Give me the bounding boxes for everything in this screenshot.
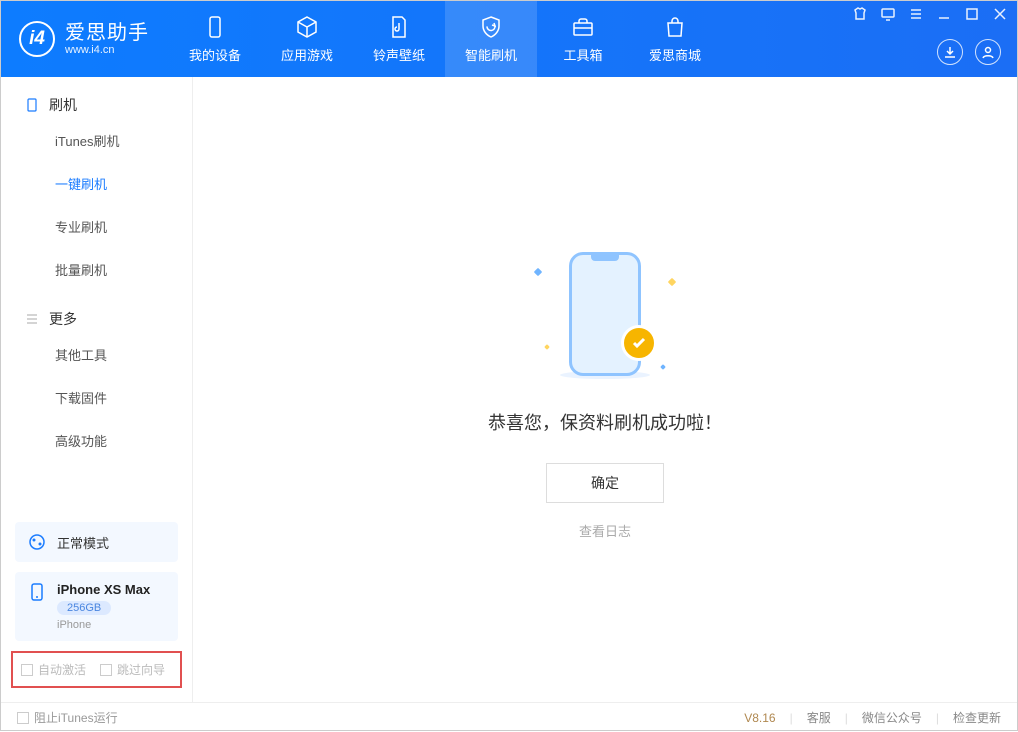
nav-label: 工具箱 <box>563 45 602 64</box>
sidebar-bottom: 正常模式 iPhone XS Max 256GB iPhone 自动激活 跳过向… <box>1 512 192 702</box>
sidebar-header-flash: 刷机 <box>1 95 192 119</box>
sidebar-item-other-tools[interactable]: 其他工具 <box>1 333 192 376</box>
checkbox-icon <box>21 664 33 676</box>
sidebar-section-flash: 刷机 iTunes刷机 一键刷机 专业刷机 批量刷机 <box>1 77 192 291</box>
checkbox-skip-guide[interactable]: 跳过向导 <box>100 661 165 678</box>
sidebar-section-more: 更多 其他工具 下载固件 高级功能 <box>1 291 192 462</box>
window-controls <box>853 7 1007 21</box>
close-icon[interactable] <box>993 7 1007 21</box>
mode-icon <box>27 532 47 552</box>
nav-label: 智能刷机 <box>465 45 517 64</box>
sparkle-icon <box>544 344 550 350</box>
user-button[interactable] <box>975 39 1001 65</box>
nav-tab-ringtones[interactable]: 铃声壁纸 <box>353 1 445 77</box>
checkbox-auto-activate[interactable]: 自动激活 <box>21 661 86 678</box>
main-content: 恭喜您，保资料刷机成功啦！ 确定 查看日志 <box>193 77 1017 702</box>
logo-icon: i4 <box>19 21 55 57</box>
music-file-icon <box>387 15 411 39</box>
device-phone-icon <box>27 582 47 602</box>
nav-tabs: 我的设备 应用游戏 铃声壁纸 智能刷机 工具箱 爱思商城 <box>169 1 721 77</box>
toolbox-icon <box>571 15 595 39</box>
menu-icon[interactable] <box>909 7 923 21</box>
cube-icon <box>295 15 319 39</box>
device-card[interactable]: iPhone XS Max 256GB iPhone <box>15 572 178 641</box>
nav-tab-store[interactable]: 爱思商城 <box>629 1 721 77</box>
footer-link-wechat[interactable]: 微信公众号 <box>862 709 922 726</box>
app-domain: www.i4.cn <box>65 44 149 56</box>
checkbox-label: 阻止iTunes运行 <box>34 709 118 726</box>
sidebar-item-pro-flash[interactable]: 专业刷机 <box>1 205 192 248</box>
mode-label: 正常模式 <box>57 533 109 552</box>
sidebar-item-itunes-flash[interactable]: iTunes刷机 <box>1 119 192 162</box>
version-label: V8.16 <box>744 711 775 725</box>
sidebar-item-oneclick-flash[interactable]: 一键刷机 <box>1 162 192 205</box>
sidebar-item-batch-flash[interactable]: 批量刷机 <box>1 248 192 291</box>
nav-label: 爱思商城 <box>649 45 701 64</box>
checkbox-icon <box>17 712 29 724</box>
sparkle-icon <box>668 278 676 286</box>
checkbox-block-itunes[interactable]: 阻止iTunes运行 <box>17 709 118 726</box>
device-storage: 256GB <box>57 601 111 615</box>
skin-icon[interactable] <box>853 7 867 21</box>
sidebar-item-advanced[interactable]: 高级功能 <box>1 419 192 462</box>
logo: i4 爱思助手 www.i4.cn <box>1 1 169 77</box>
checkbox-label: 自动激活 <box>38 661 86 678</box>
checkbox-label: 跳过向导 <box>117 661 165 678</box>
sidebar-item-download-firmware[interactable]: 下载固件 <box>1 376 192 419</box>
nav-tab-device[interactable]: 我的设备 <box>169 1 261 77</box>
nav-label: 应用游戏 <box>281 45 333 64</box>
download-button[interactable] <box>937 39 963 65</box>
success-message: 恭喜您，保资料刷机成功啦！ <box>488 409 722 435</box>
bag-icon <box>663 15 687 39</box>
header-actions <box>937 39 1001 65</box>
nav-tab-apps[interactable]: 应用游戏 <box>261 1 353 77</box>
section-title: 刷机 <box>49 95 77 115</box>
device-name: iPhone XS Max <box>57 582 150 597</box>
list-icon <box>25 312 39 326</box>
checkbox-highlight-row: 自动激活 跳过向导 <box>11 651 182 688</box>
view-log-link[interactable]: 查看日志 <box>579 521 631 540</box>
nav-label: 我的设备 <box>189 45 241 64</box>
refresh-shield-icon <box>479 15 503 39</box>
sidebar: 刷机 iTunes刷机 一键刷机 专业刷机 批量刷机 更多 其他工具 下载固件 … <box>1 77 193 702</box>
sidebar-header-more: 更多 <box>1 309 192 333</box>
mode-card[interactable]: 正常模式 <box>15 522 178 562</box>
success-illustration <box>515 239 695 389</box>
app-name: 爱思助手 <box>65 22 149 44</box>
footer-link-support[interactable]: 客服 <box>807 709 831 726</box>
minimize-icon[interactable] <box>937 7 951 21</box>
device-icon <box>203 15 227 39</box>
ok-button[interactable]: 确定 <box>546 463 664 503</box>
nav-tab-toolbox[interactable]: 工具箱 <box>537 1 629 77</box>
device-type: iPhone <box>57 619 150 631</box>
feedback-icon[interactable] <box>881 7 895 21</box>
phone-icon <box>25 98 39 112</box>
section-title: 更多 <box>49 309 77 329</box>
footer-link-update[interactable]: 检查更新 <box>953 709 1001 726</box>
nav-label: 铃声壁纸 <box>373 45 425 64</box>
sparkle-icon <box>534 268 542 276</box>
footer: 阻止iTunes运行 V8.16 | 客服 | 微信公众号 | 检查更新 <box>1 702 1017 732</box>
app-header: i4 爱思助手 www.i4.cn 我的设备 应用游戏 铃声壁纸 智能刷机 工具… <box>1 1 1017 77</box>
checkmark-badge-icon <box>621 325 657 361</box>
app-body: 刷机 iTunes刷机 一键刷机 专业刷机 批量刷机 更多 其他工具 下载固件 … <box>1 77 1017 702</box>
sparkle-icon <box>660 364 666 370</box>
nav-tab-flash[interactable]: 智能刷机 <box>445 1 537 77</box>
checkbox-icon <box>100 664 112 676</box>
maximize-icon[interactable] <box>965 7 979 21</box>
